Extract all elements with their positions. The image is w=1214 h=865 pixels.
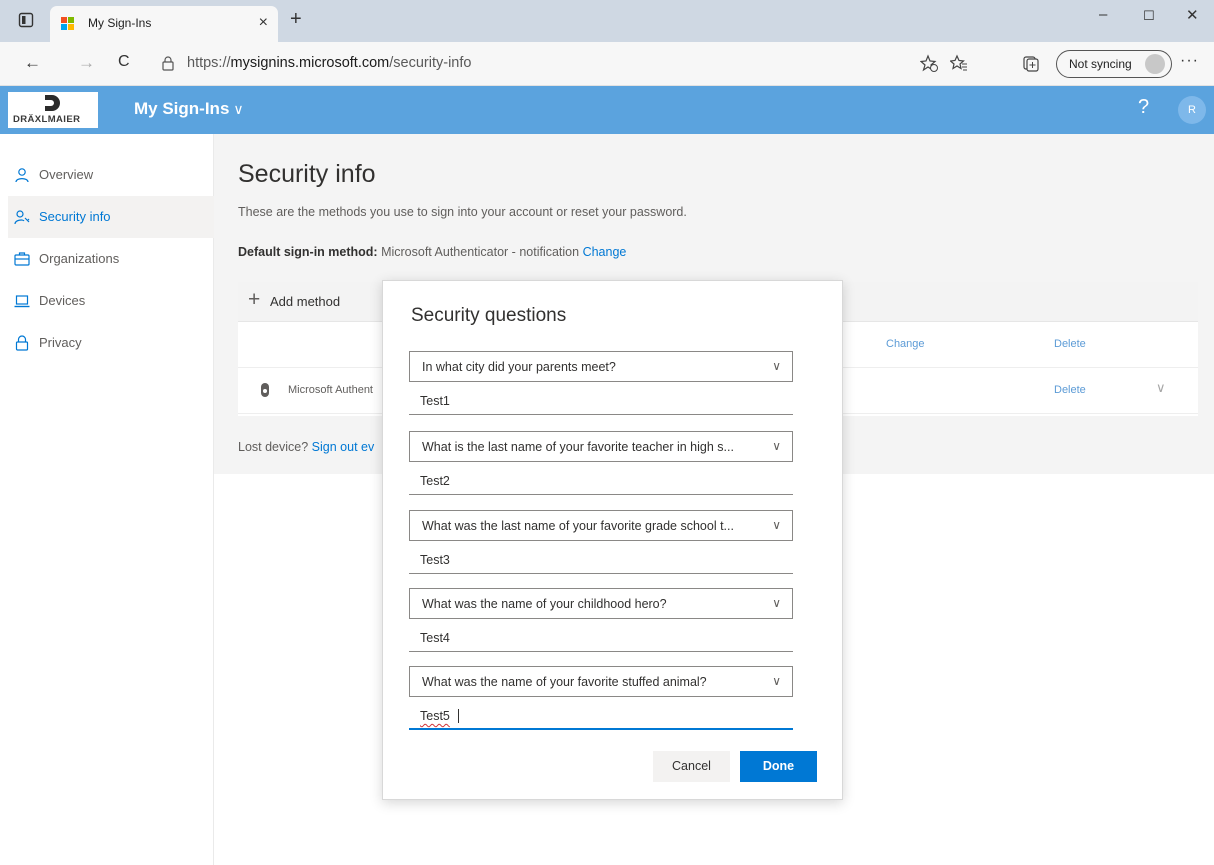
security-question-select-1[interactable]: In what city did your parents meet? ∨	[409, 351, 793, 382]
sync-label: Not syncing	[1069, 57, 1132, 71]
sidebar-item-organizations[interactable]: Organizations	[8, 238, 214, 280]
security-answer-input-3[interactable]: Test3	[409, 543, 793, 574]
sidebar-item-overview[interactable]: Overview	[8, 154, 214, 196]
cancel-button[interactable]: Cancel	[653, 751, 730, 782]
briefcase-icon	[14, 252, 30, 266]
done-button[interactable]: Done	[740, 751, 817, 782]
browser-tab-bar: My Sign-Ins × + – ☐ ✕	[0, 0, 1214, 42]
app-title-menu[interactable]: My Sign-Ins ∨	[134, 99, 244, 119]
left-navigation: Overview Security info Organizations Dev…	[0, 134, 214, 865]
text-caret	[458, 709, 459, 723]
sync-status-button[interactable]: Not syncing	[1056, 50, 1172, 78]
security-question-select-5[interactable]: What was the name of your favorite stuff…	[409, 666, 793, 697]
chevron-down-icon: ∨	[772, 439, 781, 453]
method-name: Microsoft Authent	[288, 384, 373, 396]
sign-out-everywhere-link[interactable]: Sign out ev	[312, 440, 375, 454]
browser-tab[interactable]: My Sign-Ins ×	[50, 6, 278, 42]
tab-title: My Sign-Ins	[88, 16, 152, 30]
new-tab-button[interactable]: +	[290, 8, 302, 31]
dialog-title: Security questions	[411, 305, 567, 326]
sidebar-item-devices[interactable]: Devices	[8, 280, 214, 322]
security-questions-dialog: Security questions In what city did your…	[382, 280, 843, 800]
tab-actions-icon[interactable]	[18, 12, 34, 28]
lock-icon[interactable]	[162, 56, 174, 71]
sidebar-item-privacy[interactable]: Privacy	[8, 322, 214, 364]
person-icon	[15, 168, 29, 183]
url-text: https://mysignins.microsoft.com/security…	[187, 55, 472, 71]
authenticator-app-icon	[261, 383, 269, 397]
delete-method-link[interactable]: Delete	[1054, 384, 1086, 396]
chevron-down-icon: ∨	[772, 359, 781, 373]
draexlmaier-logo-icon	[45, 95, 60, 111]
help-icon[interactable]: ?	[1138, 96, 1149, 119]
default-method-label: Default sign-in method:	[238, 245, 378, 259]
chevron-down-icon: ∨	[772, 518, 781, 532]
forward-button[interactable]: →	[78, 53, 95, 73]
user-avatar[interactable]: R	[1178, 96, 1206, 124]
delete-method-link[interactable]: Delete	[1054, 338, 1086, 350]
default-sign-in-method: Default sign-in method: Microsoft Authen…	[238, 245, 626, 259]
close-window-button[interactable]: ✕	[1186, 6, 1199, 24]
security-answer-input-4[interactable]: Test4	[409, 621, 793, 652]
chevron-down-icon: ∨	[233, 101, 244, 117]
microsoft-logo-icon	[61, 17, 75, 31]
lock-icon	[15, 335, 29, 351]
site-header: DRÄXLMAIER My Sign-Ins ∨ ? R	[0, 86, 1214, 134]
minimize-button[interactable]: –	[1099, 6, 1107, 23]
more-options-button[interactable]: ···	[1180, 52, 1199, 70]
maximize-button[interactable]: ☐	[1143, 8, 1155, 24]
logo-brand-text: DRÄXLMAIER	[13, 114, 81, 125]
person-key-icon	[14, 210, 30, 225]
security-question-select-4[interactable]: What was the name of your childhood hero…	[409, 588, 793, 619]
security-answer-input-5[interactable]: Test5	[409, 699, 793, 730]
change-method-link[interactable]: Change	[886, 338, 925, 350]
default-method-value: Microsoft Authenticator - notification	[381, 245, 580, 259]
security-question-select-2[interactable]: What is the last name of your favorite t…	[409, 431, 793, 462]
collections-icon[interactable]	[1022, 54, 1040, 72]
change-default-link[interactable]: Change	[583, 245, 627, 259]
chevron-down-icon: ∨	[772, 596, 781, 610]
tab-close-icon[interactable]: ×	[259, 14, 268, 32]
favorites-icon[interactable]	[950, 54, 968, 72]
security-question-select-3[interactable]: What was the last name of your favorite …	[409, 510, 793, 541]
page-title: Security info	[238, 160, 376, 188]
refresh-button[interactable]: C	[118, 53, 130, 71]
sidebar-item-security-info[interactable]: Security info	[8, 196, 214, 238]
plus-icon: +	[248, 288, 261, 311]
security-answer-input-1[interactable]: Test1	[409, 384, 793, 415]
url-field[interactable]: https://mysignins.microsoft.com/security…	[152, 50, 912, 78]
security-answer-input-2[interactable]: Test2	[409, 464, 793, 495]
chevron-down-icon[interactable]: ∨	[1156, 380, 1166, 396]
add-favorite-icon[interactable]	[920, 54, 938, 72]
company-logo[interactable]: DRÄXLMAIER	[8, 92, 98, 128]
page-subtitle: These are the methods you use to sign in…	[238, 205, 687, 219]
profile-icon	[1145, 54, 1165, 74]
lost-device-text: Lost device? Sign out ev	[238, 440, 375, 454]
chevron-down-icon: ∨	[772, 674, 781, 688]
back-button[interactable]: ←	[24, 53, 41, 73]
laptop-icon	[14, 295, 30, 308]
address-bar: ← → C https://mysignins.microsoft.com/se…	[0, 42, 1214, 86]
